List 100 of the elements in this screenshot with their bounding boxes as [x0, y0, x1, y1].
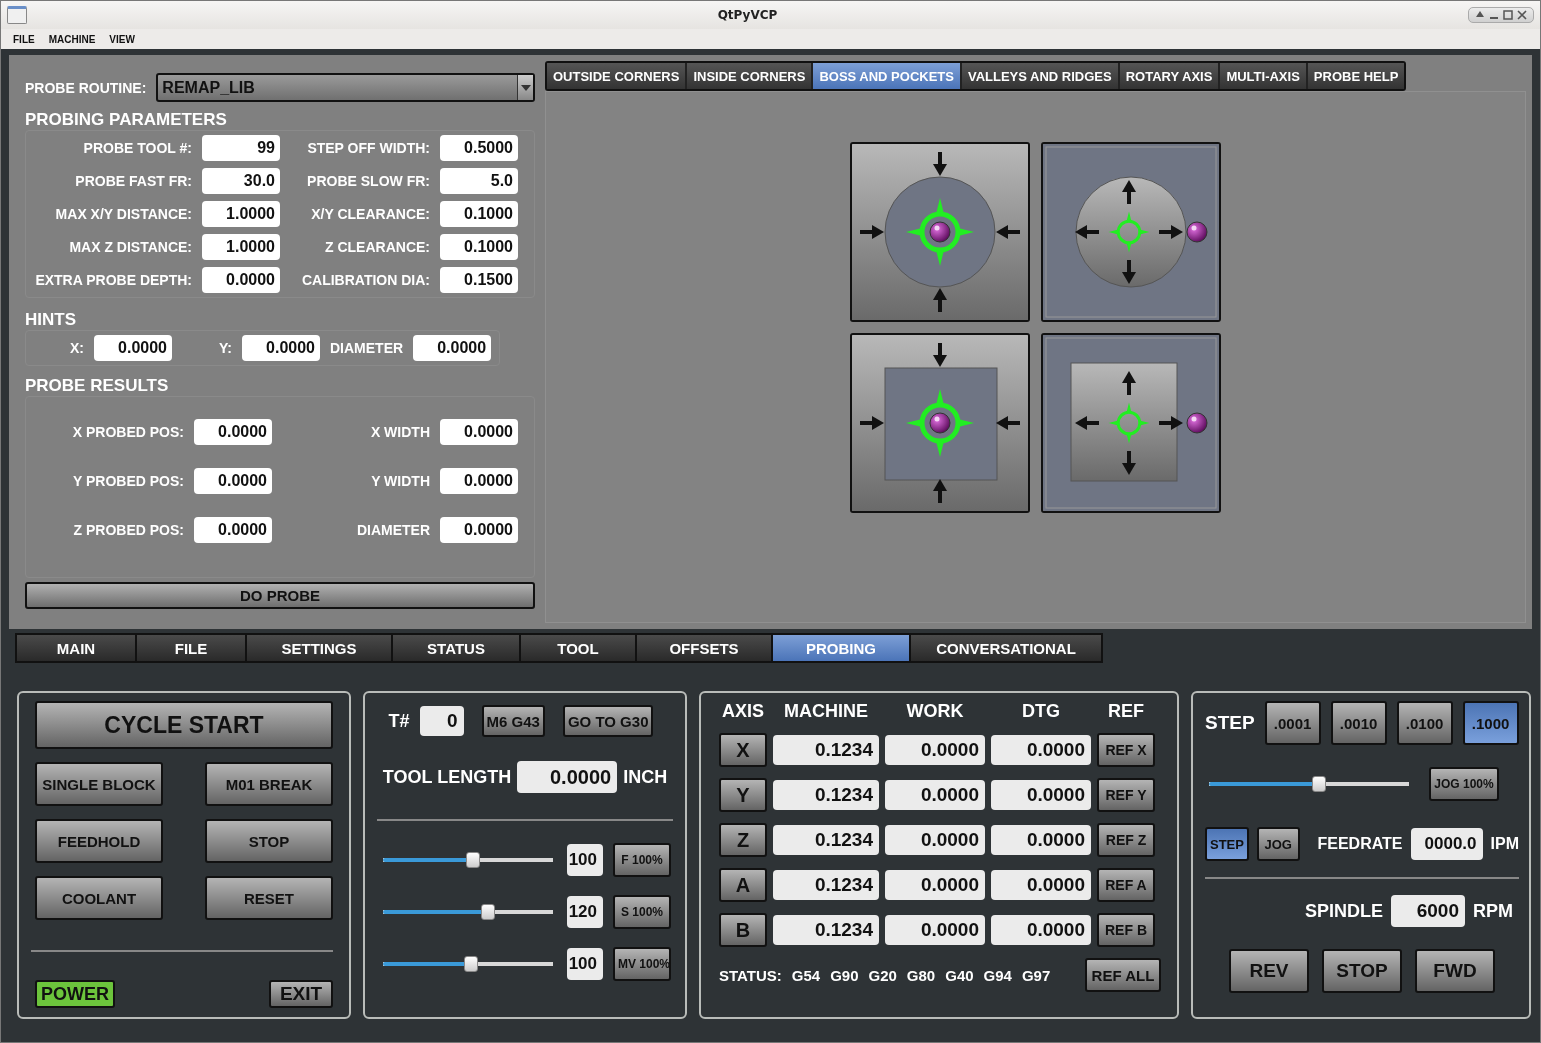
axis-button[interactable]: Z	[719, 823, 767, 857]
input-field[interactable]: 0.0000	[94, 335, 172, 361]
tab[interactable]: MAIN	[17, 635, 135, 661]
input-field[interactable]: 1.0000	[202, 234, 280, 260]
input-field[interactable]: 0.1000	[440, 234, 518, 260]
input-field[interactable]: 0.0000	[440, 517, 518, 543]
override-button[interactable]: F 100%	[613, 843, 671, 877]
tab[interactable]: STATUS	[393, 635, 519, 661]
jog-speed-button[interactable]: JOG 100%	[1429, 767, 1499, 801]
spindle-button[interactable]: REV	[1229, 949, 1309, 993]
ref-button[interactable]: REF B	[1097, 913, 1155, 947]
input-field[interactable]: 99	[202, 135, 280, 161]
step-size-button[interactable]: .1000	[1462, 701, 1519, 745]
input-field[interactable]: 0.0000	[194, 517, 272, 543]
control-button[interactable]: COOLANT	[35, 876, 163, 920]
tab[interactable]: CONVERSATIONAL	[911, 635, 1101, 661]
tab[interactable]: OFFSETS	[637, 635, 771, 661]
gcode-status: G40	[945, 966, 974, 984]
tab[interactable]: BOSS AND POCKETS	[813, 63, 960, 89]
menu-item[interactable]: MACHINE	[48, 33, 96, 45]
field-label: TOOL LENGTH	[382, 766, 512, 788]
slider-handle[interactable]	[466, 852, 481, 868]
tab[interactable]: INSIDE CORNERS	[687, 63, 812, 89]
feedrate-field[interactable]: 0000.0	[1410, 828, 1483, 860]
axis-button[interactable]: Y	[719, 778, 767, 812]
tab[interactable]: OUTSIDE CORNERS	[547, 63, 686, 89]
field-label: EXTRA PROBE DEPTH:	[34, 272, 192, 288]
input-field[interactable]: 0.1000	[440, 201, 518, 227]
slider-handle[interactable]	[464, 956, 479, 972]
close-icon[interactable]	[1517, 10, 1527, 20]
override-field[interactable]: 100	[567, 844, 603, 876]
ref-button[interactable]: REF Y	[1097, 778, 1155, 812]
input-field[interactable]: 30.0	[202, 168, 280, 194]
override-button[interactable]: S 100%	[613, 895, 671, 929]
tab[interactable]: MULTI-AXIS	[1220, 63, 1306, 89]
input-field[interactable]: 1.0000	[202, 201, 280, 227]
machine-position-field: 0.1234	[773, 825, 879, 855]
input-field[interactable]: 0.0000	[242, 335, 320, 361]
tab[interactable]: ROTARY AXIS	[1119, 63, 1219, 89]
field-label: FEEDRATE	[1317, 835, 1403, 853]
field-label: DIAMETER	[355, 522, 430, 538]
field-label: Y PROBED POS:	[72, 473, 184, 489]
input-field[interactable]: 0.0000	[413, 335, 492, 361]
control-button[interactable]: FEEDHOLD	[35, 819, 163, 863]
field-label: PROBE SLOW FR:	[306, 173, 430, 189]
spindle-button[interactable]: FWD	[1415, 949, 1495, 993]
input-field[interactable]: 0.0000	[194, 468, 272, 494]
input-field[interactable]: 5.0	[440, 168, 518, 194]
work-position-field: 0.0000	[885, 735, 985, 765]
tab[interactable]: PROBE HELP	[1307, 63, 1405, 89]
axis-button[interactable]: X	[719, 733, 767, 767]
arrow-up-icon[interactable]	[1475, 10, 1485, 20]
ref-button[interactable]: REF Z	[1097, 823, 1155, 857]
tool-button[interactable]: M6 G43	[481, 705, 545, 737]
override-button[interactable]: MV 100%	[613, 947, 671, 981]
axis-button[interactable]: A	[719, 868, 767, 902]
tab[interactable]: FILE	[137, 635, 245, 661]
tab[interactable]: SETTINGS	[247, 635, 391, 661]
power-button[interactable]: POWER	[35, 980, 115, 1008]
exit-button[interactable]: EXIT	[269, 980, 333, 1008]
spindle-button[interactable]: STOP	[1322, 949, 1402, 993]
mode-button[interactable]: STEP	[1205, 827, 1249, 861]
slider-handle[interactable]	[1312, 776, 1326, 792]
unit-label: IPM	[1490, 835, 1519, 853]
cycle-start-button[interactable]: CYCLE START	[35, 701, 333, 749]
spindle-speed-field[interactable]: 6000	[1391, 895, 1465, 927]
ref-button[interactable]: REF A	[1097, 868, 1155, 902]
override-field[interactable]: 100	[567, 948, 603, 980]
tab[interactable]: TOOL	[521, 635, 635, 661]
maximize-icon[interactable]	[1503, 10, 1513, 20]
step-size-button[interactable]: .0001	[1264, 701, 1321, 745]
ref-all-button[interactable]: REF ALL	[1085, 958, 1161, 992]
routine-dropdown[interactable]: REMAP_LIB	[156, 73, 535, 102]
slider-handle[interactable]	[481, 904, 496, 920]
override-field[interactable]: 120	[567, 896, 603, 928]
do-probe-button[interactable]: DO PROBE	[25, 582, 535, 609]
status-label: STATUS:	[719, 966, 782, 984]
input-field[interactable]: 0.1500	[440, 267, 518, 293]
tool-button[interactable]: GO TO G30	[562, 705, 654, 737]
tool-length-field[interactable]: 0.0000	[517, 761, 618, 793]
tab[interactable]: VALLEYS AND RIDGES	[961, 63, 1118, 89]
control-button[interactable]: STOP	[205, 819, 333, 863]
menu-item[interactable]: FILE	[13, 33, 35, 45]
axis-button[interactable]: B	[719, 913, 767, 947]
caret-icon	[520, 84, 531, 91]
control-button[interactable]: M01 BREAK	[205, 762, 333, 806]
tab[interactable]: PROBING	[773, 635, 909, 661]
input-field[interactable]: 0.5000	[440, 135, 518, 161]
control-button[interactable]: SINGLE BLOCK	[35, 762, 163, 806]
menu-item[interactable]: VIEW	[109, 33, 135, 45]
ref-button[interactable]: REF X	[1097, 733, 1155, 767]
input-field[interactable]: 0.0000	[440, 419, 518, 445]
input-field[interactable]: 0.0000	[194, 419, 272, 445]
mode-button[interactable]: JOG	[1256, 827, 1300, 861]
step-size-button[interactable]: .0100	[1396, 701, 1453, 745]
step-size-button[interactable]: .0010	[1330, 701, 1387, 745]
input-field[interactable]: 0.0000	[440, 468, 518, 494]
control-button[interactable]: RESET	[205, 876, 333, 920]
tool-number-field[interactable]: 0	[419, 706, 464, 736]
input-field[interactable]: 0.0000	[202, 267, 280, 293]
